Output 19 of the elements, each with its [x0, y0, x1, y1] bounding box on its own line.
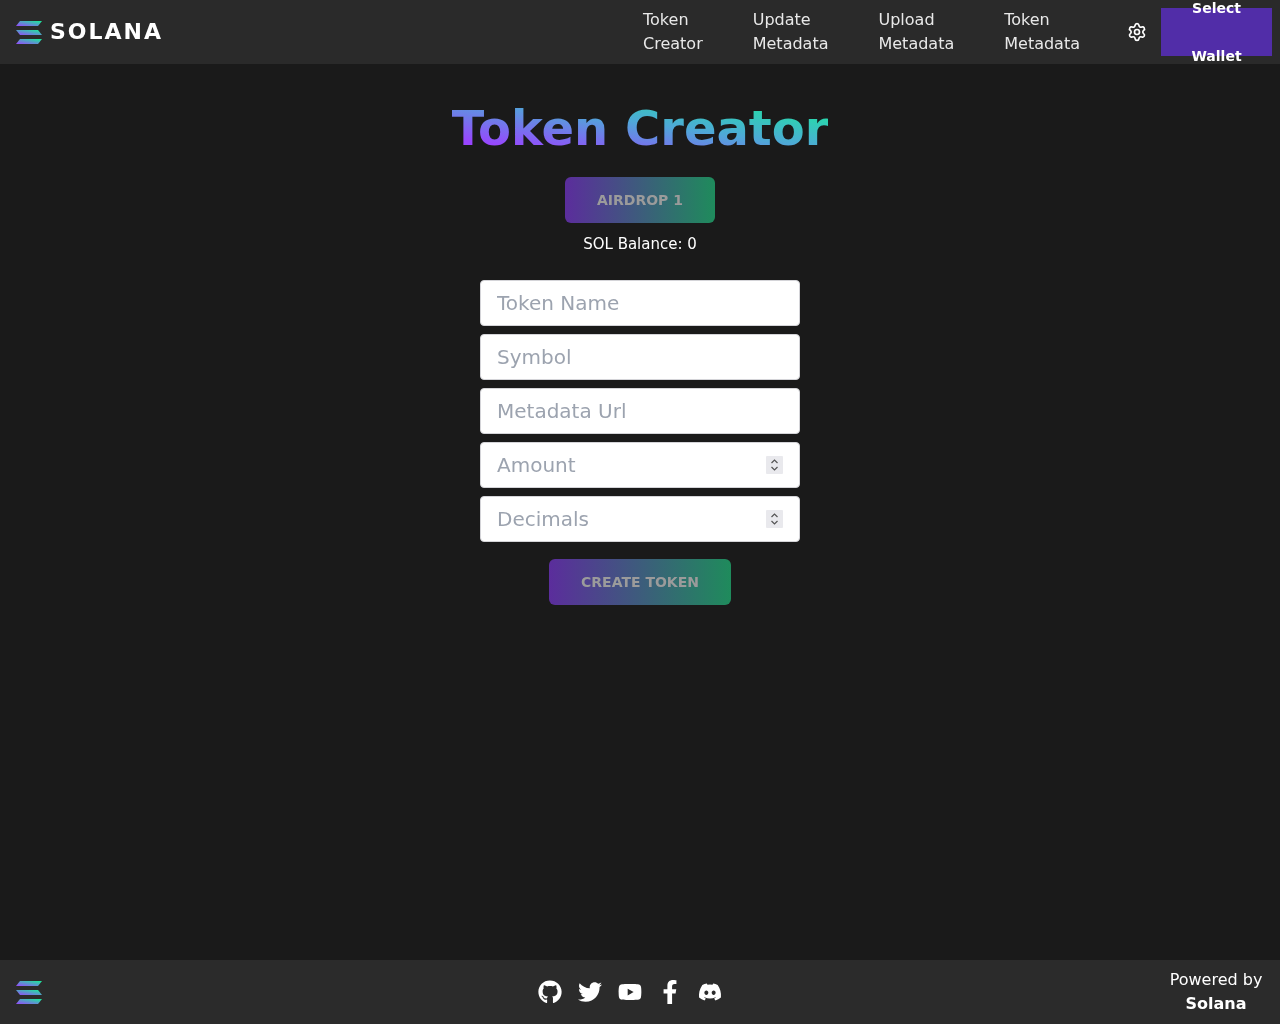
twitter-icon[interactable] [578, 980, 602, 1004]
logo-mark-icon [16, 20, 42, 44]
text-input-field[interactable]: Token Name [480, 280, 800, 326]
nav-link[interactable]: Token Creator [643, 8, 703, 56]
spinner-icon[interactable] [766, 456, 783, 474]
settings-icon[interactable] [1127, 22, 1147, 42]
text-input-field[interactable]: Symbol [480, 334, 800, 380]
number-input-field[interactable]: Amount [480, 442, 800, 488]
powered-by-text: Powered by Solana [1168, 969, 1264, 1015]
balance-text: SOL Balance: 0 [583, 234, 697, 255]
logo-text: SOLANA [50, 20, 164, 44]
text-input-field[interactable]: Metadata Url [480, 388, 800, 434]
logo-mark-icon [16, 980, 42, 1004]
spinner-icon[interactable] [766, 510, 783, 528]
nav-link[interactable]: Token Metadata [1004, 8, 1080, 56]
github-icon[interactable] [538, 980, 562, 1004]
number-input-field[interactable]: Decimals [480, 496, 800, 542]
nav-link[interactable]: Upload Metadata [878, 8, 955, 56]
nav-link[interactable]: Update Metadata [752, 8, 829, 56]
